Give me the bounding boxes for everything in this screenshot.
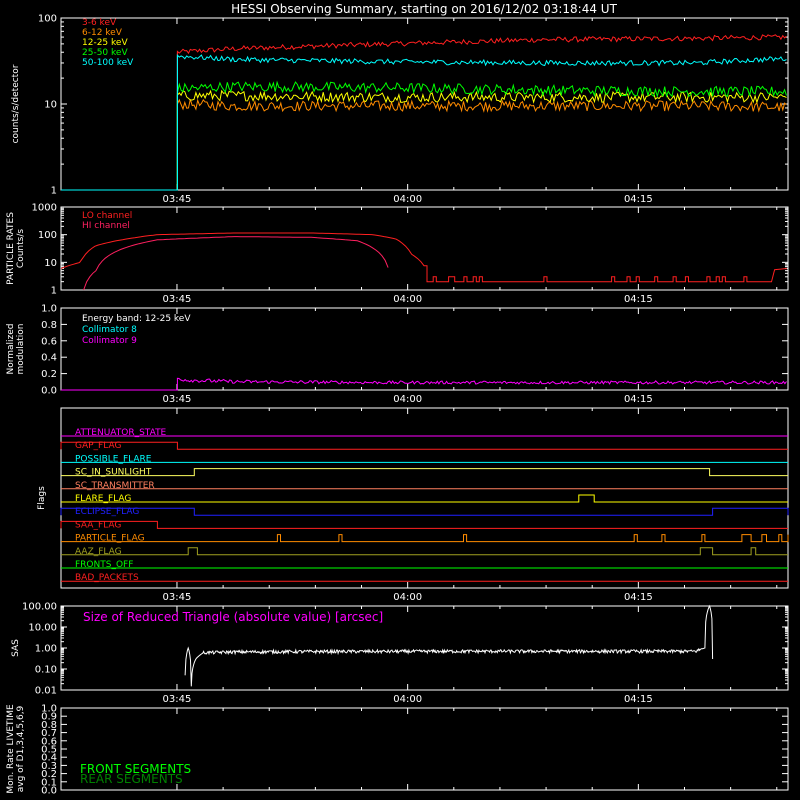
livetime-y-label: Mon. Rate LIVETIME	[6, 704, 16, 794]
modulation-y-label: Normalized	[6, 323, 16, 374]
sas-annotation: Size of Reduced Triangle (absolute value…	[83, 610, 383, 624]
modulation-y-tick-label: 0.0	[41, 386, 57, 397]
flags-plot-frame	[60, 407, 789, 589]
series-50-100-kev	[61, 53, 787, 191]
particle_rates-x-tick-label: 04:00	[393, 294, 422, 305]
particle_rates-y-tick-label: 1	[51, 286, 57, 297]
sas-x-tick-label: 03:45	[163, 694, 192, 705]
flags-panel: 03:45 04:00 04:15FlagsATTENUATOR_STATEGAP_…	[37, 407, 789, 603]
modulation-x-tick-label: 03:45	[163, 394, 192, 405]
modulation-y-tick-label: 0.6	[41, 336, 57, 347]
sas-y-label: SAS	[11, 639, 21, 657]
modulation-x-tick-label: 04:15	[624, 394, 653, 405]
particle_rates-panel: 03:45 04:00 04:15 1 10 100 1000 PARTICLE RATES C…	[6, 203, 789, 305]
legend-entry: Collimator 8	[82, 325, 137, 335]
lightcurve-y-tick-label: 100	[38, 14, 57, 25]
legend-entry: 25-50 keV	[82, 48, 128, 58]
flags-x-tick-label: 03:45	[163, 592, 192, 603]
lightcurve-x-tick-label: 04:15	[624, 194, 653, 205]
legend-entry: 12-25 keV	[82, 38, 128, 48]
sas-y-tick-label: 1.00	[35, 644, 57, 655]
lightcurve-x-tick-label: 03:45	[163, 194, 192, 205]
modulation-x-tick-label: 04:00	[393, 394, 422, 405]
sas-y-tick-label: 10.00	[28, 623, 57, 634]
modulation-y-label: modulation	[16, 324, 26, 375]
flag-aaz-flag-line	[61, 547, 788, 556]
particle_rates-y-tick-label: 10	[44, 258, 57, 269]
legend-entry: Collimator 9	[82, 336, 137, 346]
lightcurve-plot-frame	[60, 17, 789, 191]
legend-entry: HI channel	[82, 221, 130, 231]
flag-particle-flag-line	[61, 534, 789, 543]
flag-sc-in-sunlight-line	[61, 468, 788, 477]
particle_rates-x-tick-label: 03:45	[163, 294, 192, 305]
sas-x-tick-label: 04:15	[624, 694, 653, 705]
lightcurve-y-label: counts/s/detector	[11, 64, 21, 143]
sas-y-tick-label: 0.10	[35, 665, 57, 676]
sas-y-tick-label: 0.01	[35, 686, 57, 697]
series-hi-channel	[83, 236, 389, 291]
series-lo-channel	[60, 232, 787, 283]
series-collimator-9	[61, 377, 787, 391]
particle_rates-plot-frame	[60, 206, 789, 291]
livetime-y-label: avg of D1,3,4,5,6,9	[16, 705, 26, 792]
lightcurve-panel: 03:45 04:00 04:15 1 10 100 counts/s/detector 3-…	[11, 14, 789, 205]
legend-entry: LO channel	[82, 211, 132, 221]
lightcurve-x-tick-label: 04:00	[393, 194, 422, 205]
lightcurve-y-tick-label: 1	[51, 186, 57, 197]
sas-panel: 03:45 04:00 04:15 0.01 0.10 1.00 10.00 100.00 SA…	[11, 602, 789, 705]
flags-y-label: Flags	[37, 486, 47, 510]
flag-flare-flag-line	[61, 494, 788, 503]
figure-title: HESSI Observing Summary, starting on 201…	[231, 2, 617, 16]
flags-x-tick-label: 04:00	[393, 592, 422, 603]
modulation-y-tick-label: 0.8	[41, 320, 57, 331]
modulation-y-tick-label: 0.4	[41, 353, 57, 364]
modulation-annotation: Energy band: 12-25 keV	[82, 314, 191, 324]
particle_rates-y-label: PARTICLE RATES	[6, 212, 16, 285]
legend-entry: REAR SEGMENTS	[80, 772, 183, 786]
modulation-panel: 03:45 04:00 04:15 0.0 0.2 0.4 0.6 0.8 1.0 Normali…	[6, 304, 789, 405]
lightcurve-y-tick-label: 10	[44, 100, 57, 111]
particle_rates-x-tick-label: 04:15	[624, 294, 653, 305]
legend-entry: 50-100 keV	[82, 58, 134, 68]
legend-entry: 3-6 keV	[82, 18, 117, 28]
flags-x-tick-label: 04:15	[624, 592, 653, 603]
modulation-y-tick-label: 0.2	[41, 369, 57, 380]
flag-gap-flag-line	[60, 441, 788, 450]
sas-x-tick-label: 04:00	[393, 694, 422, 705]
modulation-y-tick-label: 1.0	[41, 304, 57, 315]
livetime-panel: 0.00.10.20.30.40.50.60.70.80.91.0Mon. Ra…	[6, 704, 789, 797]
legend-entry: 6-12 keV	[82, 28, 123, 38]
series-6-12-kev	[61, 98, 787, 191]
particle_rates-y-tick-label: 100	[38, 230, 57, 241]
particle_rates-y-tick-label: 1000	[32, 203, 57, 214]
flag-saa-flag-line	[60, 520, 788, 529]
flag-eclipse-flag-line	[60, 507, 789, 516]
series-3-6-kev	[61, 34, 787, 191]
particle_rates-y-label: Counts/s	[16, 229, 26, 268]
sas-y-tick-label: 100.00	[22, 602, 57, 613]
hessi-summary-figure: HESSI Observing Summary, starting on 201…	[6, 2, 789, 797]
livetime-y-tick-label: 1.0	[41, 704, 57, 715]
